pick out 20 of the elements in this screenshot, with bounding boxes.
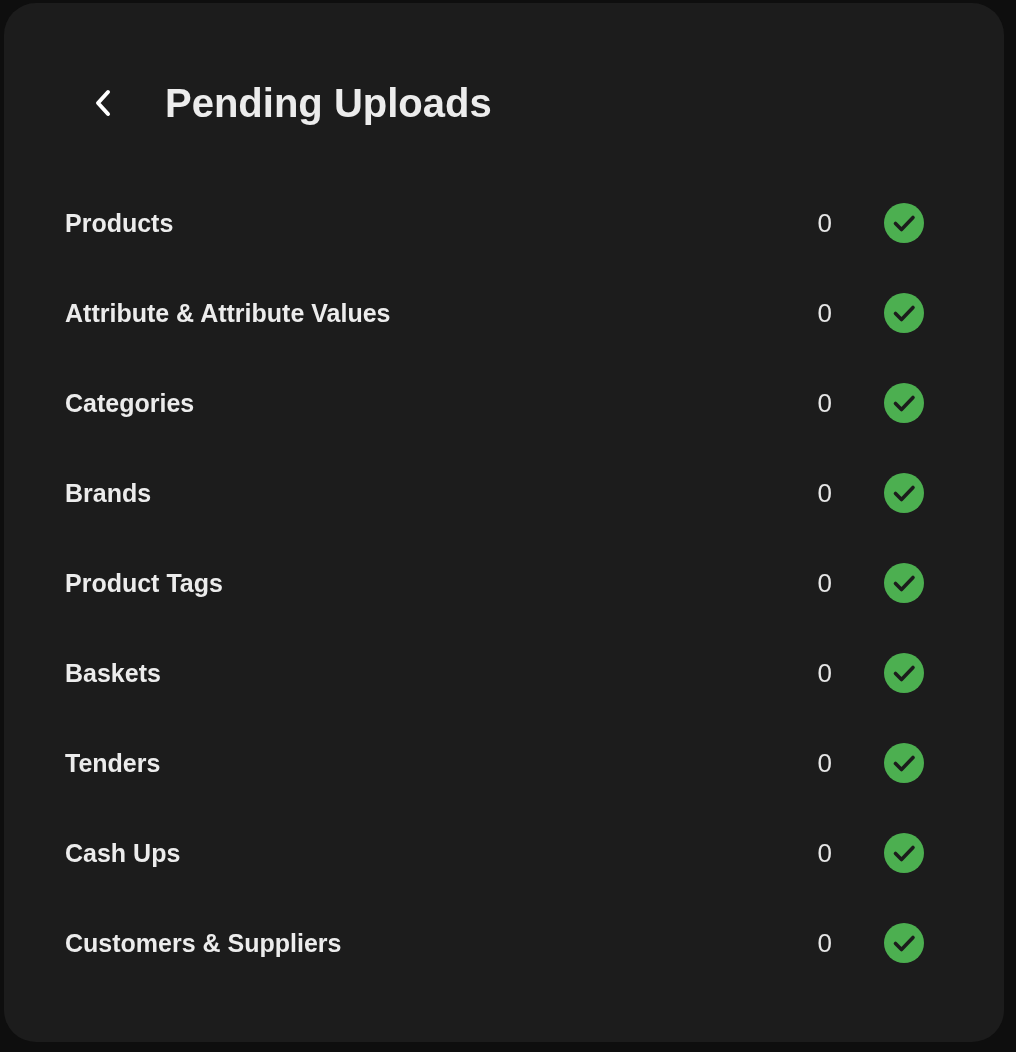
pending-count: 0 <box>817 477 832 509</box>
pending-count: 0 <box>817 567 832 599</box>
upload-category-label: Baskets <box>65 658 162 688</box>
pending-count: 0 <box>817 927 832 959</box>
pending-count: 0 <box>817 207 832 239</box>
pending-count: 0 <box>817 297 832 329</box>
pending-count: 0 <box>817 837 832 869</box>
upload-category-label: Product Tags <box>65 568 224 598</box>
upload-category-label: Categories <box>65 388 196 418</box>
dialog-title: Pending Uploads <box>165 81 492 125</box>
pending-count: 0 <box>817 747 832 779</box>
back-chevron-icon <box>95 89 111 117</box>
upload-category-label: Customers & Suppliers <box>65 928 343 958</box>
pending-count: 0 <box>817 387 832 419</box>
upload-category-label: Brands <box>65 478 153 508</box>
upload-category-label: Attribute & Attribute Values <box>65 298 392 328</box>
pending-count: 0 <box>817 657 832 689</box>
upload-category-label: Cash Ups <box>65 838 182 868</box>
upload-category-label: Products <box>65 208 175 238</box>
upload-category-label: Tenders <box>65 748 162 778</box>
